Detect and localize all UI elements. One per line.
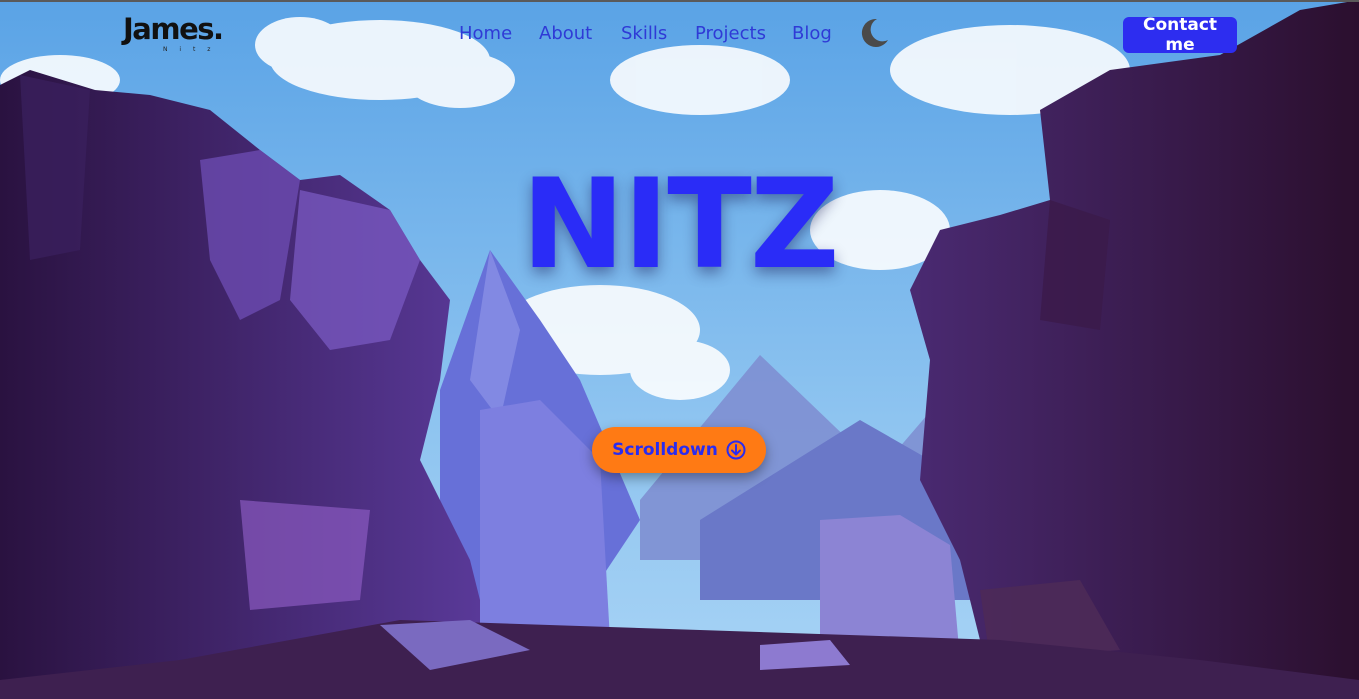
scrolldown-label: Scrolldown [612, 440, 718, 460]
moon-icon[interactable] [857, 16, 891, 50]
nav-link-home[interactable]: Home [459, 22, 512, 46]
scrolldown-button[interactable]: Scrolldown [592, 427, 766, 473]
hero-title: NITZ [521, 153, 839, 297]
brand-logo[interactable]: James. N i t z [123, 12, 224, 53]
contact-button[interactable]: Contact me [1123, 15, 1237, 55]
window-top-border [0, 0, 1359, 2]
nav-link-blog[interactable]: Blog [792, 22, 832, 46]
brand-name: James. [123, 12, 224, 46]
nav-link-about[interactable]: About [539, 22, 592, 46]
brand-tagline: N i t z [163, 46, 216, 53]
nav-link-skills[interactable]: Skills [621, 22, 667, 46]
arrow-down-circle-icon [726, 440, 746, 460]
hero-background [0, 0, 1359, 699]
nav-link-projects[interactable]: Projects [695, 22, 766, 46]
